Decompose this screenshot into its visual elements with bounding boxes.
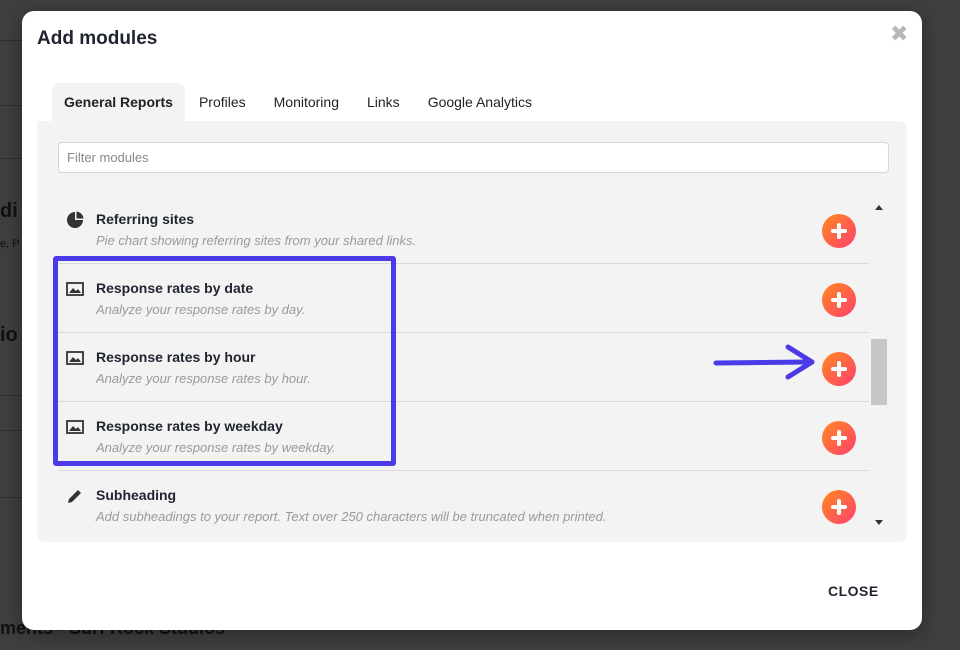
modules-list: Referring sites Pie chart showing referr… bbox=[58, 195, 869, 531]
module-title: Response rates by weekday bbox=[96, 418, 283, 434]
modules-scrollbar[interactable] bbox=[871, 195, 887, 531]
tab-google-analytics[interactable]: Google Analytics bbox=[414, 83, 546, 121]
add-modules-modal: Add modules ✖ General Reports Profiles M… bbox=[22, 11, 922, 630]
backdrop-text: e, P bbox=[0, 238, 20, 250]
tab-bar: General Reports Profiles Monitoring Link… bbox=[52, 83, 546, 121]
backdrop-text: di bbox=[0, 200, 18, 222]
scroll-down-icon[interactable] bbox=[875, 520, 883, 525]
image-icon bbox=[66, 282, 84, 296]
image-icon bbox=[66, 420, 84, 434]
scroll-up-icon[interactable] bbox=[875, 205, 883, 210]
pencil-icon bbox=[68, 490, 81, 503]
module-description: Analyze your response rates by weekday. bbox=[96, 440, 336, 455]
module-title: Response rates by date bbox=[96, 280, 254, 296]
close-button[interactable]: CLOSE bbox=[828, 583, 879, 599]
module-description: Add subheadings to your report. Text ove… bbox=[96, 509, 607, 524]
module-description: Analyze your response rates by day. bbox=[96, 302, 306, 317]
tab-links[interactable]: Links bbox=[353, 83, 414, 121]
module-title: Subheading bbox=[96, 487, 177, 503]
list-item: Response rates by date Analyze your resp… bbox=[58, 264, 869, 333]
modules-panel: Referring sites Pie chart showing referr… bbox=[37, 121, 907, 542]
pie-chart-icon bbox=[67, 211, 84, 228]
add-module-button[interactable] bbox=[822, 283, 856, 317]
module-description: Analyze your response rates by hour. bbox=[96, 371, 311, 386]
module-description: Pie chart showing referring sites from y… bbox=[96, 233, 417, 248]
add-module-button[interactable] bbox=[822, 214, 856, 248]
close-icon[interactable]: ✖ bbox=[890, 23, 908, 45]
add-module-button[interactable] bbox=[822, 352, 856, 386]
module-title: Referring sites bbox=[96, 211, 195, 227]
add-module-button[interactable] bbox=[822, 490, 856, 524]
list-item: Subheading Add subheadings to your repor… bbox=[58, 471, 869, 531]
filter-modules-input[interactable] bbox=[58, 142, 889, 173]
list-item: Referring sites Pie chart showing referr… bbox=[58, 195, 869, 264]
backdrop-text: io bbox=[0, 324, 18, 346]
image-icon bbox=[66, 351, 84, 365]
tab-monitoring[interactable]: Monitoring bbox=[260, 83, 353, 121]
modal-title: Add modules bbox=[37, 28, 158, 49]
add-module-button[interactable] bbox=[822, 421, 856, 455]
list-item: Response rates by weekday Analyze your r… bbox=[58, 402, 869, 471]
list-item: Response rates by hour Analyze your resp… bbox=[58, 333, 869, 402]
tab-profiles[interactable]: Profiles bbox=[185, 83, 260, 121]
scrollbar-thumb[interactable] bbox=[871, 339, 887, 405]
tab-general-reports[interactable]: General Reports bbox=[52, 83, 185, 121]
module-title: Response rates by hour bbox=[96, 349, 256, 365]
